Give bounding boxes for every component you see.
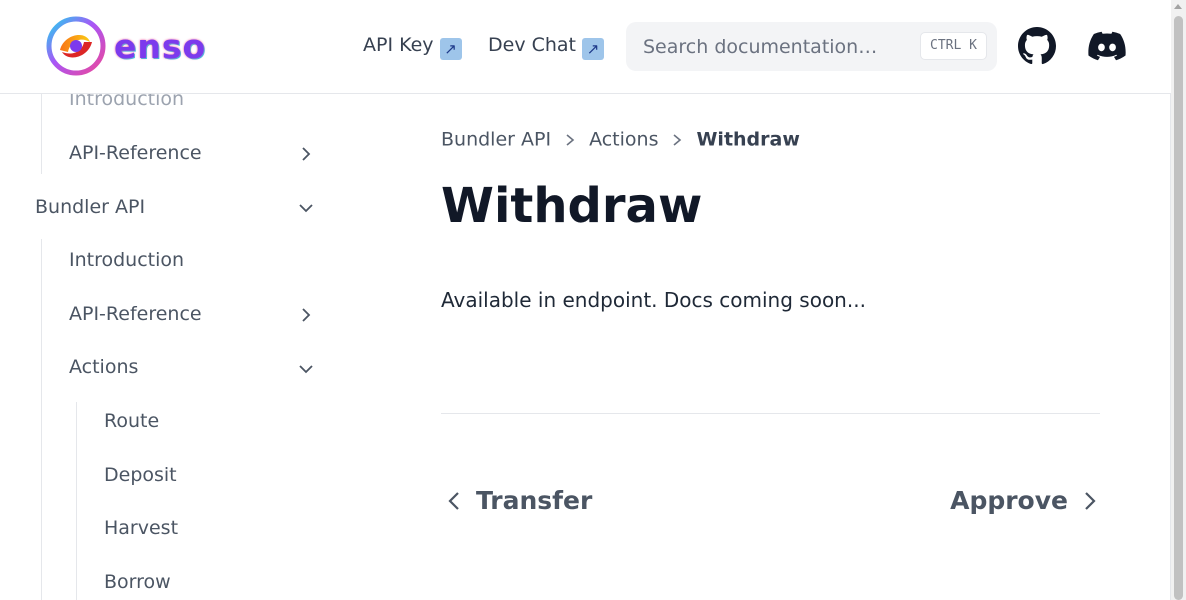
- docs-sidebar: Introduction API-Reference Bundler API I…: [0, 94, 340, 600]
- sidebar-guide-line: [41, 94, 42, 174]
- next-page-link[interactable]: Approve: [950, 486, 1100, 515]
- sidebar-item-api-reference[interactable]: API-Reference: [69, 142, 202, 164]
- chevron-right-icon[interactable]: [298, 146, 314, 162]
- sidebar-item-deposit[interactable]: Deposit: [104, 464, 177, 486]
- sidebar-item-borrow[interactable]: Borrow: [104, 571, 171, 593]
- sidebar-guide-line: [76, 402, 77, 600]
- sidebar-item-api-reference[interactable]: API-Reference: [69, 303, 202, 325]
- sidebar-item-bundler-api[interactable]: Bundler API: [35, 196, 145, 218]
- breadcrumb-item-bundler-api[interactable]: Bundler API: [441, 129, 551, 151]
- search-shortcut-badge: CTRL K: [920, 32, 987, 60]
- chevron-right-icon: [1085, 491, 1096, 510]
- breadcrumb: Bundler API Actions Withdraw: [441, 128, 800, 151]
- dev-chat-link[interactable]: Dev Chat ↗: [488, 34, 605, 60]
- chevron-left-icon: [448, 491, 459, 510]
- scrollbar-thumb[interactable]: [1174, 16, 1183, 600]
- chevron-down-icon[interactable]: [298, 200, 314, 216]
- logo-text: enso: [114, 26, 207, 66]
- sidebar-guide-line: [41, 239, 42, 600]
- breadcrumb-current: Withdraw: [696, 128, 800, 151]
- sidebar-item-route[interactable]: Route: [104, 410, 159, 432]
- enso-logo[interactable]: enso: [46, 16, 206, 76]
- external-link-icon: ↗: [439, 38, 462, 60]
- content-divider: [441, 413, 1100, 414]
- prev-page-label: Transfer: [476, 486, 593, 515]
- api-key-link[interactable]: API Key ↗: [363, 34, 462, 60]
- next-page-label: Approve: [950, 486, 1068, 515]
- breadcrumb-item-actions[interactable]: Actions: [589, 129, 658, 151]
- sidebar-item-introduction[interactable]: Introduction: [69, 94, 184, 110]
- dev-chat-label: Dev Chat: [488, 34, 577, 56]
- chevron-right-icon[interactable]: [298, 307, 314, 323]
- chevron-down-icon[interactable]: [298, 361, 314, 377]
- github-icon[interactable]: [1018, 27, 1056, 65]
- search-input[interactable]: Search documentation… CTRL K: [626, 22, 997, 71]
- chevron-right-icon: [673, 133, 682, 146]
- page-scrollbar[interactable]: [1170, 0, 1186, 600]
- prev-page-link[interactable]: Transfer: [444, 486, 592, 515]
- chevron-right-icon: [566, 133, 575, 146]
- scroll-up-arrow-icon[interactable]: [1174, 4, 1182, 9]
- sidebar-item-harvest[interactable]: Harvest: [104, 517, 178, 539]
- external-link-icon: ↗: [582, 38, 605, 60]
- sidebar-item-actions[interactable]: Actions: [69, 356, 138, 378]
- search-placeholder: Search documentation…: [643, 36, 878, 58]
- enso-logo-icon: [46, 16, 106, 76]
- top-navigation: enso API Key ↗ Dev Chat ↗ Search documenta…: [0, 0, 1171, 94]
- page-body-text: Available in endpoint. Docs coming soon.…: [441, 288, 866, 312]
- api-key-label: API Key: [363, 34, 434, 56]
- sidebar-item-introduction[interactable]: Introduction: [69, 249, 184, 271]
- page-title: Withdraw: [441, 178, 703, 234]
- discord-icon[interactable]: [1088, 27, 1126, 65]
